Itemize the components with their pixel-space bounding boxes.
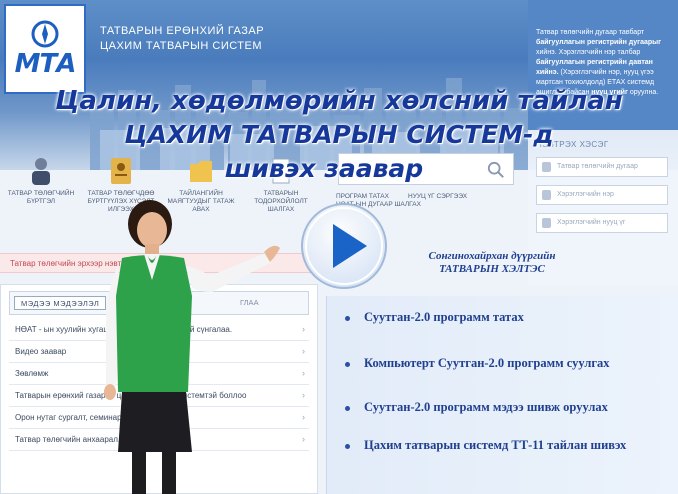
video-title-line1: Цалин, хөдөлмөрийн хөлсний тайлан — [55, 86, 623, 116]
info-bold2: байгууллагын регистрийн — [536, 59, 627, 66]
topic-item: Цахим татварын системд ТТ-11 тайлан шивэ… — [345, 438, 626, 453]
video-title: Цалин, хөдөлмөрийн хөлсний тайлан ЦАХИМ … — [0, 84, 678, 186]
nav-recover-password[interactable]: НУУЦ ҮГ СЭРГЭЭХ — [408, 193, 488, 201]
author-credit: Сонгинохайрхан дүүргийн ТАТВАРЫН ХЭЛТЭС — [392, 250, 592, 276]
presenter-image — [104, 200, 280, 494]
topic-text: Суутган-2.0 программ мэдээ шивж оруулах — [364, 400, 608, 414]
author-line2: ТАТВАРЫН ХЭЛТЭС — [439, 263, 545, 275]
chevron-right-icon: › — [302, 346, 305, 356]
mta-logo[interactable]: МТА — [4, 4, 86, 94]
topic-item: Суутган-2.0 программ татах — [345, 310, 524, 325]
bullet-dot-icon — [345, 315, 350, 321]
user-icon — [542, 190, 551, 200]
author-line1: Сонгинохайрхан дүүргийн — [428, 250, 556, 262]
topic-item: Суутган-2.0 программ мэдээ шивж оруулах — [345, 400, 608, 415]
username-placeholder: Хэрэглэгчийн нэр — [557, 191, 614, 198]
system-title-line2: ЦАХИМ ТАТВАРЫН СИСТЕМ — [100, 40, 263, 52]
nav-label: ПРОГРАМ ТАТАХ — [336, 193, 389, 200]
system-title: ТАТВАРЫН ЕРӨНХИЙ ГАЗАР ЦАХИМ ТАТВАРЫН СИ… — [100, 24, 264, 54]
chevron-right-icon: › — [302, 368, 305, 378]
logo-emblem-icon — [31, 20, 59, 48]
video-title-line3: шивэх заавар — [224, 154, 424, 183]
username-field[interactable]: Хэрэглэгчийн нэр — [536, 185, 668, 205]
topic-text: Суутган-2.0 программ татах — [364, 310, 524, 324]
chevron-right-icon: › — [302, 412, 305, 422]
topic-text: Компьютерт Суутган-2.0 программ суулгах — [364, 356, 610, 370]
password-field[interactable]: Хэрэглэгчийн нууц үг — [536, 213, 668, 233]
play-video-button[interactable] — [299, 202, 389, 290]
lock-icon — [542, 218, 551, 228]
system-title-line1: ТАТВАРЫН ЕРӨНХИЙ ГАЗАР — [100, 25, 265, 37]
info-bold1: байгууллагын регистрийн дугаарыг — [536, 39, 662, 46]
video-title-line2: ЦАХИМ ТАТВАРЫН СИСТЕМ-д — [124, 120, 554, 149]
info-text3: Хэрэглэгчийн нэр талбар — [558, 49, 641, 56]
bullet-dot-icon — [345, 443, 350, 449]
list-item-label: Видео заавар — [15, 347, 67, 356]
nav-label: НУУЦ ҮГ СЭРГЭЭХ — [408, 193, 468, 200]
chevron-right-icon: › — [302, 390, 305, 400]
list-item-label: Зөвлөмж — [15, 369, 49, 378]
topics-panel: Суутган-2.0 программ татах Компьютерт Су… — [326, 296, 678, 494]
topic-item: Компьютерт Суутган-2.0 программ суулгах — [345, 356, 610, 371]
bullet-dot-icon — [345, 361, 350, 367]
chevron-right-icon: › — [302, 324, 305, 334]
info-text1: Татвар төлөгчийн дугаар тавбарт — [536, 29, 645, 36]
logo-text: МТА — [14, 49, 77, 79]
nav-label: ТАТВАР ТӨЛӨГЧИЙН БҮРТГЭЛ — [7, 190, 75, 205]
info-text2: хийнэ. — [536, 49, 557, 56]
chevron-right-icon: › — [302, 434, 305, 444]
bullet-dot-icon — [345, 405, 350, 411]
topic-text: Цахим татварын системд ТТ-11 тайлан шивэ… — [364, 438, 627, 452]
password-placeholder: Хэрэглэгчийн нууц үг — [557, 219, 626, 226]
nav-download-program[interactable]: ПРОГРАМ ТАТАХ — [336, 193, 406, 201]
